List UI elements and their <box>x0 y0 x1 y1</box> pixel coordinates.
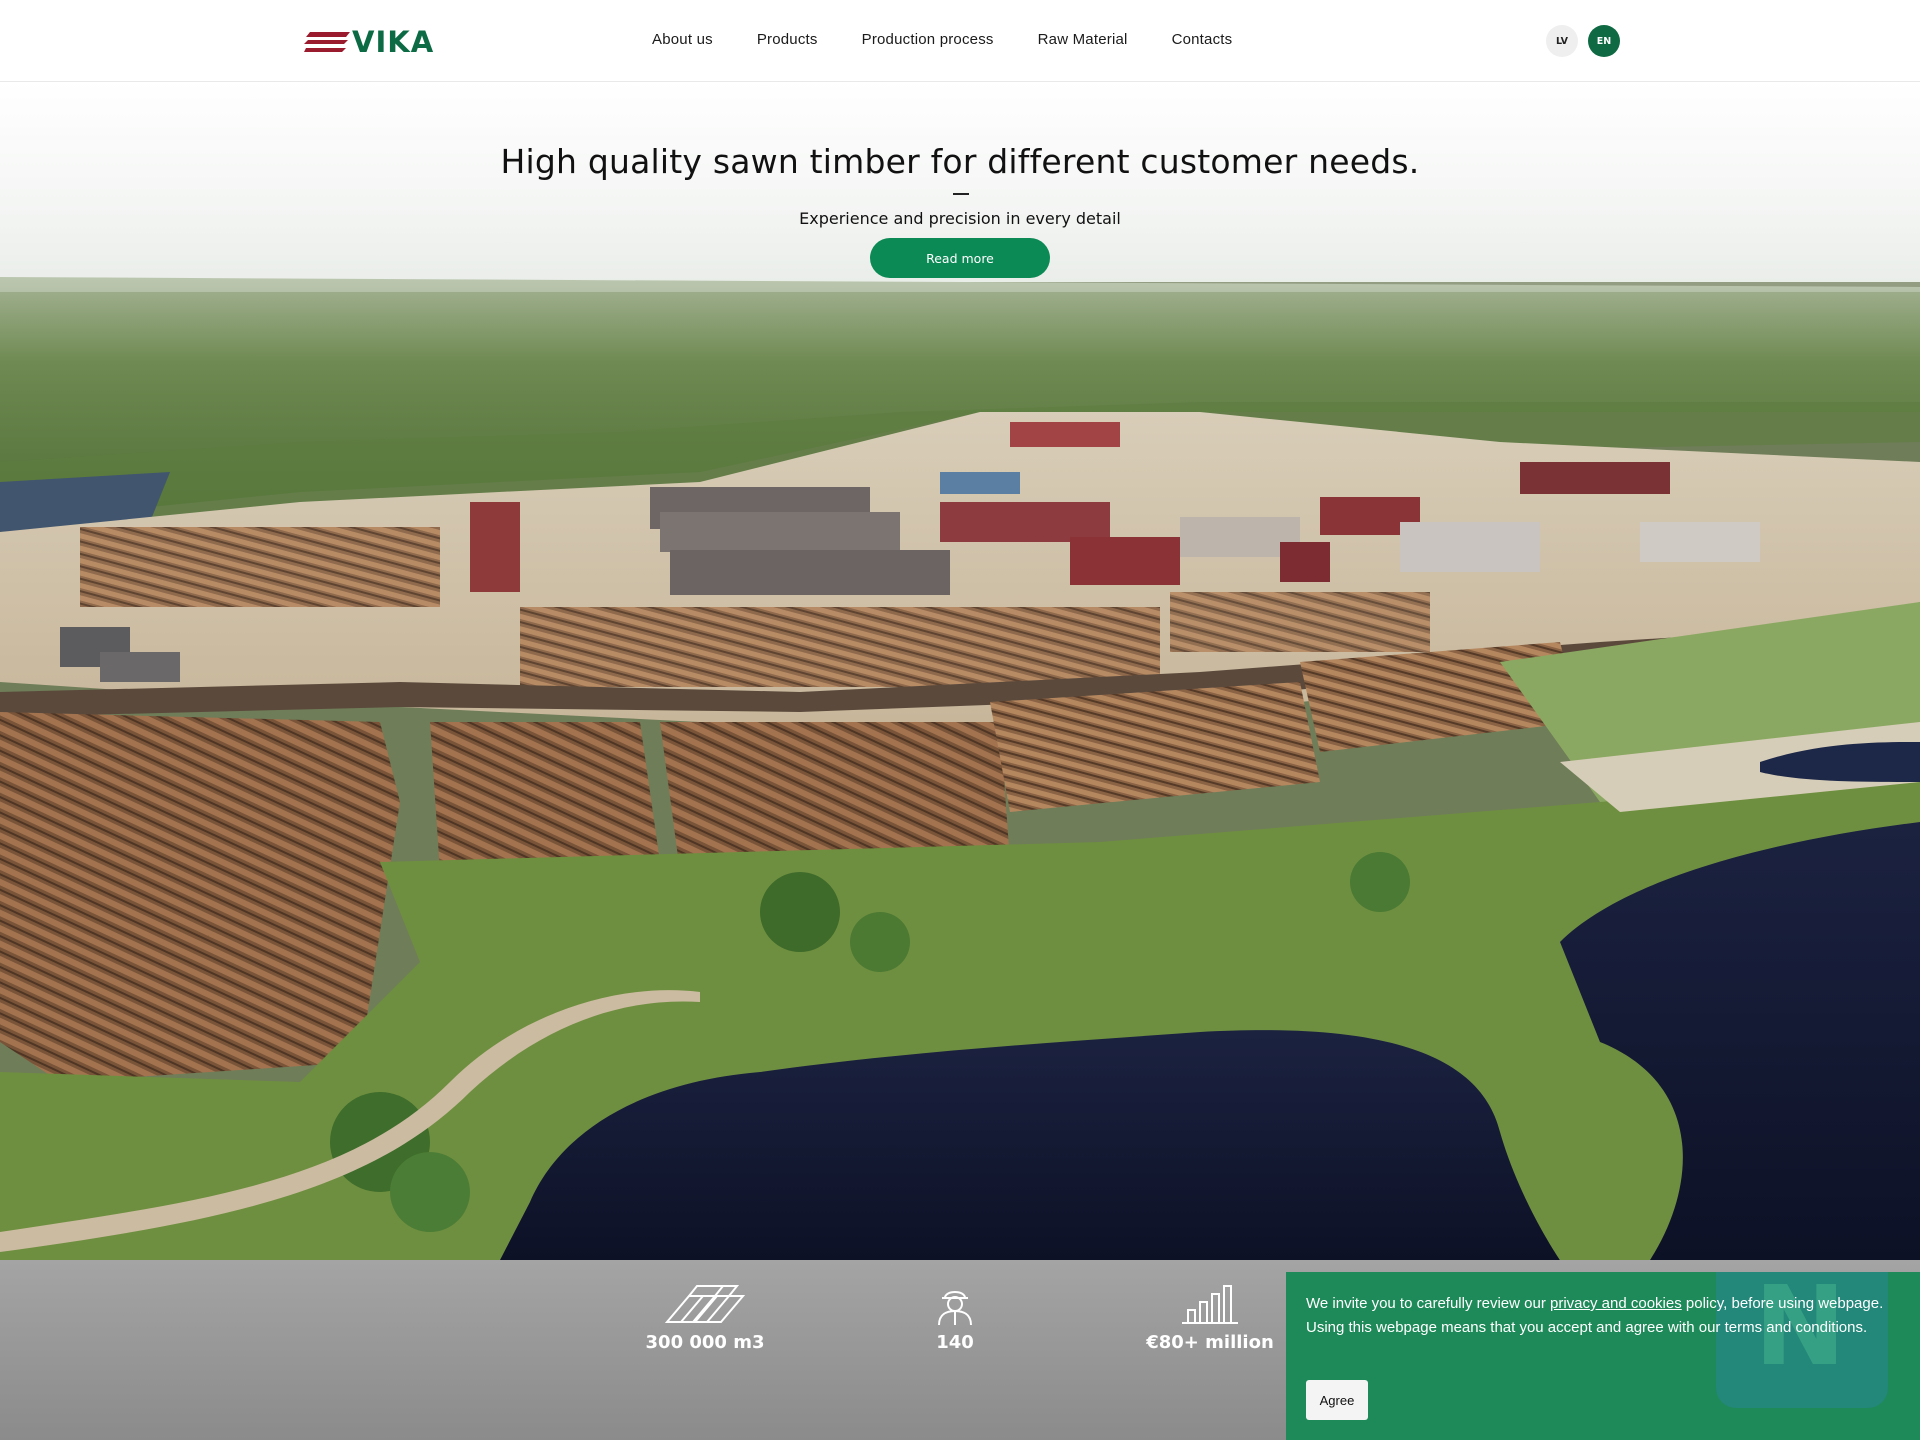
nav-products[interactable]: Products <box>757 31 818 48</box>
stat-revenue: €80+ million <box>1110 1282 1310 1353</box>
stat-revenue-value: €80+ million <box>1146 1332 1274 1353</box>
cookie-banner: N We invite you to carefully review our … <box>1286 1272 1920 1440</box>
worker-helmet-icon <box>938 1291 972 1326</box>
timber-planks-icon <box>664 1285 746 1323</box>
logo-stripes-icon <box>304 32 350 52</box>
nav-production-process[interactable]: Production process <box>862 31 994 48</box>
read-more-button[interactable]: Read more <box>870 238 1050 278</box>
vika-logo[interactable]: VIKA <box>304 25 435 59</box>
stat-volume: 300 000 m3 <box>605 1282 805 1353</box>
stat-employees: 140 <box>855 1282 1055 1353</box>
nav-raw-material[interactable]: Raw Material <box>1038 31 1128 48</box>
hero-divider <box>953 193 969 195</box>
hero-subtitle: Experience and precision in every detail <box>799 209 1121 228</box>
agree-button[interactable]: Agree <box>1306 1380 1368 1420</box>
privacy-cookies-link[interactable]: privacy and cookies <box>1550 1295 1682 1312</box>
main-nav: About us Products Production process Raw… <box>652 31 1276 48</box>
cookie-text-start: We invite you to carefully review our <box>1306 1295 1550 1312</box>
bar-chart-icon <box>1182 1285 1238 1324</box>
site-header: VIKA About us Products Production proces… <box>0 0 1920 82</box>
nav-about-us[interactable]: About us <box>652 31 713 48</box>
hero-section: High quality sawn timber for different c… <box>0 82 1920 1260</box>
language-lv-button[interactable]: LV <box>1546 25 1578 57</box>
logo-text: VIKA <box>352 25 435 59</box>
nav-contacts[interactable]: Contacts <box>1172 31 1233 48</box>
cookie-text: We invite you to carefully review our pr… <box>1306 1292 1896 1340</box>
stat-employees-value: 140 <box>936 1332 974 1353</box>
language-en-button[interactable]: EN <box>1588 25 1620 57</box>
stat-volume-value: 300 000 m3 <box>645 1332 765 1353</box>
hero-title: High quality sawn timber for different c… <box>500 142 1420 181</box>
